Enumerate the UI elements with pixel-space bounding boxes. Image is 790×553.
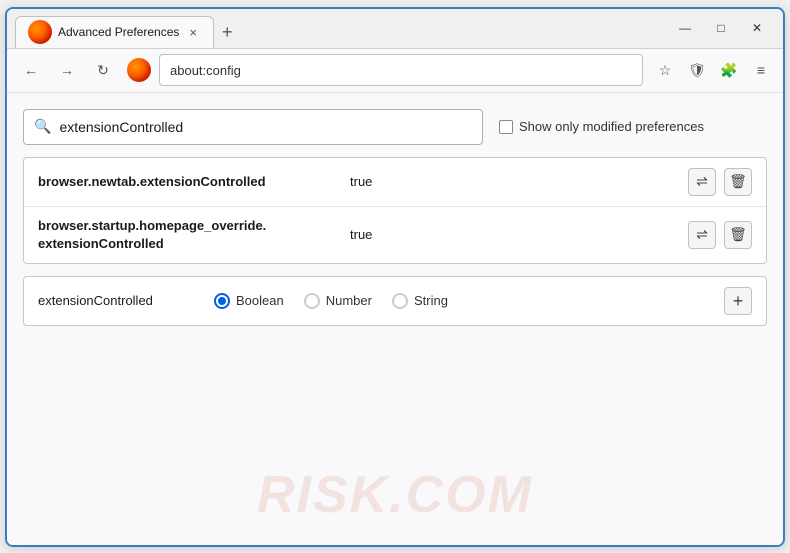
nav-icons: ☆ 🛡 🧩 ≡ (651, 56, 775, 84)
preference-search-box[interactable]: 🔍 (23, 109, 483, 145)
pref-actions-1: ⇌ 🗑 (688, 168, 752, 196)
table-row: browser.startup.homepage_override. exten… (24, 207, 766, 263)
preferences-table: browser.newtab.extensionControlled true … (23, 157, 767, 264)
content-area: RISK.COM 🔍 Show only modified preference… (7, 93, 783, 545)
tab-close-button[interactable]: × (185, 23, 201, 42)
address-bar[interactable]: about:config (159, 54, 643, 86)
firefox-logo-icon (127, 58, 151, 82)
radio-number-label: Number (326, 293, 372, 308)
navigation-bar: ← → ↻ about:config ☆ 🛡 🧩 ≡ (7, 49, 783, 93)
reset-button-2[interactable]: ⇌ (688, 221, 716, 249)
firefox-logo (127, 58, 151, 82)
search-input[interactable] (59, 119, 472, 135)
tab-favicon (28, 20, 52, 44)
delete-button-2[interactable]: 🗑 (724, 221, 752, 249)
radio-string-circle[interactable] (392, 293, 408, 309)
shield-icon[interactable]: 🛡 (683, 56, 711, 84)
tab-title: Advanced Preferences (58, 25, 179, 39)
window-controls: — □ ✕ (659, 9, 783, 48)
radio-boolean-circle[interactable] (214, 293, 230, 309)
minimize-button[interactable]: — (667, 8, 703, 48)
pref-value-1: true (350, 174, 676, 189)
table-row: browser.newtab.extensionControlled true … (24, 158, 766, 207)
forward-button[interactable]: → (51, 54, 83, 86)
pref-value-2: true (350, 227, 676, 242)
back-button[interactable]: ← (15, 54, 47, 86)
extension-icon[interactable]: 🧩 (715, 56, 743, 84)
radio-string-label: String (414, 293, 448, 308)
show-modified-text: Show only modified preferences (519, 119, 704, 134)
type-radio-group: Boolean Number String (214, 293, 708, 309)
active-tab[interactable]: Advanced Preferences × (15, 16, 214, 48)
add-preference-row: extensionControlled Boolean Number Strin… (23, 276, 767, 326)
radio-boolean-label: Boolean (236, 293, 284, 308)
search-row: 🔍 Show only modified preferences (23, 109, 767, 145)
refresh-button[interactable]: ↻ (87, 54, 119, 86)
tab-strip: Advanced Preferences × + (7, 9, 659, 48)
search-icon: 🔍 (34, 118, 51, 135)
menu-icon[interactable]: ≡ (747, 56, 775, 84)
pref-actions-2: ⇌ 🗑 (688, 221, 752, 249)
radio-number[interactable]: Number (304, 293, 372, 309)
radio-number-circle[interactable] (304, 293, 320, 309)
radio-boolean[interactable]: Boolean (214, 293, 284, 309)
close-button[interactable]: ✕ (739, 8, 775, 48)
new-tab-button[interactable]: + (214, 16, 241, 48)
bookmark-icon[interactable]: ☆ (651, 56, 679, 84)
show-modified-label[interactable]: Show only modified preferences (499, 119, 704, 134)
radio-boolean-dot (218, 297, 226, 305)
browser-window: Advanced Preferences × + — □ ✕ ← → ↻ abo… (5, 7, 785, 547)
delete-button-1[interactable]: 🗑 (724, 168, 752, 196)
maximize-button[interactable]: □ (703, 8, 739, 48)
reset-button-1[interactable]: ⇌ (688, 168, 716, 196)
title-bar: Advanced Preferences × + — □ ✕ (7, 9, 783, 49)
address-text: about:config (170, 63, 632, 78)
radio-string[interactable]: String (392, 293, 448, 309)
add-preference-button[interactable]: + (724, 287, 752, 315)
new-pref-name: extensionControlled (38, 293, 198, 308)
pref-name-2: browser.startup.homepage_override. exten… (38, 217, 338, 253)
pref-name-1: browser.newtab.extensionControlled (38, 174, 338, 189)
watermark: RISK.COM (257, 465, 533, 525)
show-modified-checkbox[interactable] (499, 120, 513, 134)
